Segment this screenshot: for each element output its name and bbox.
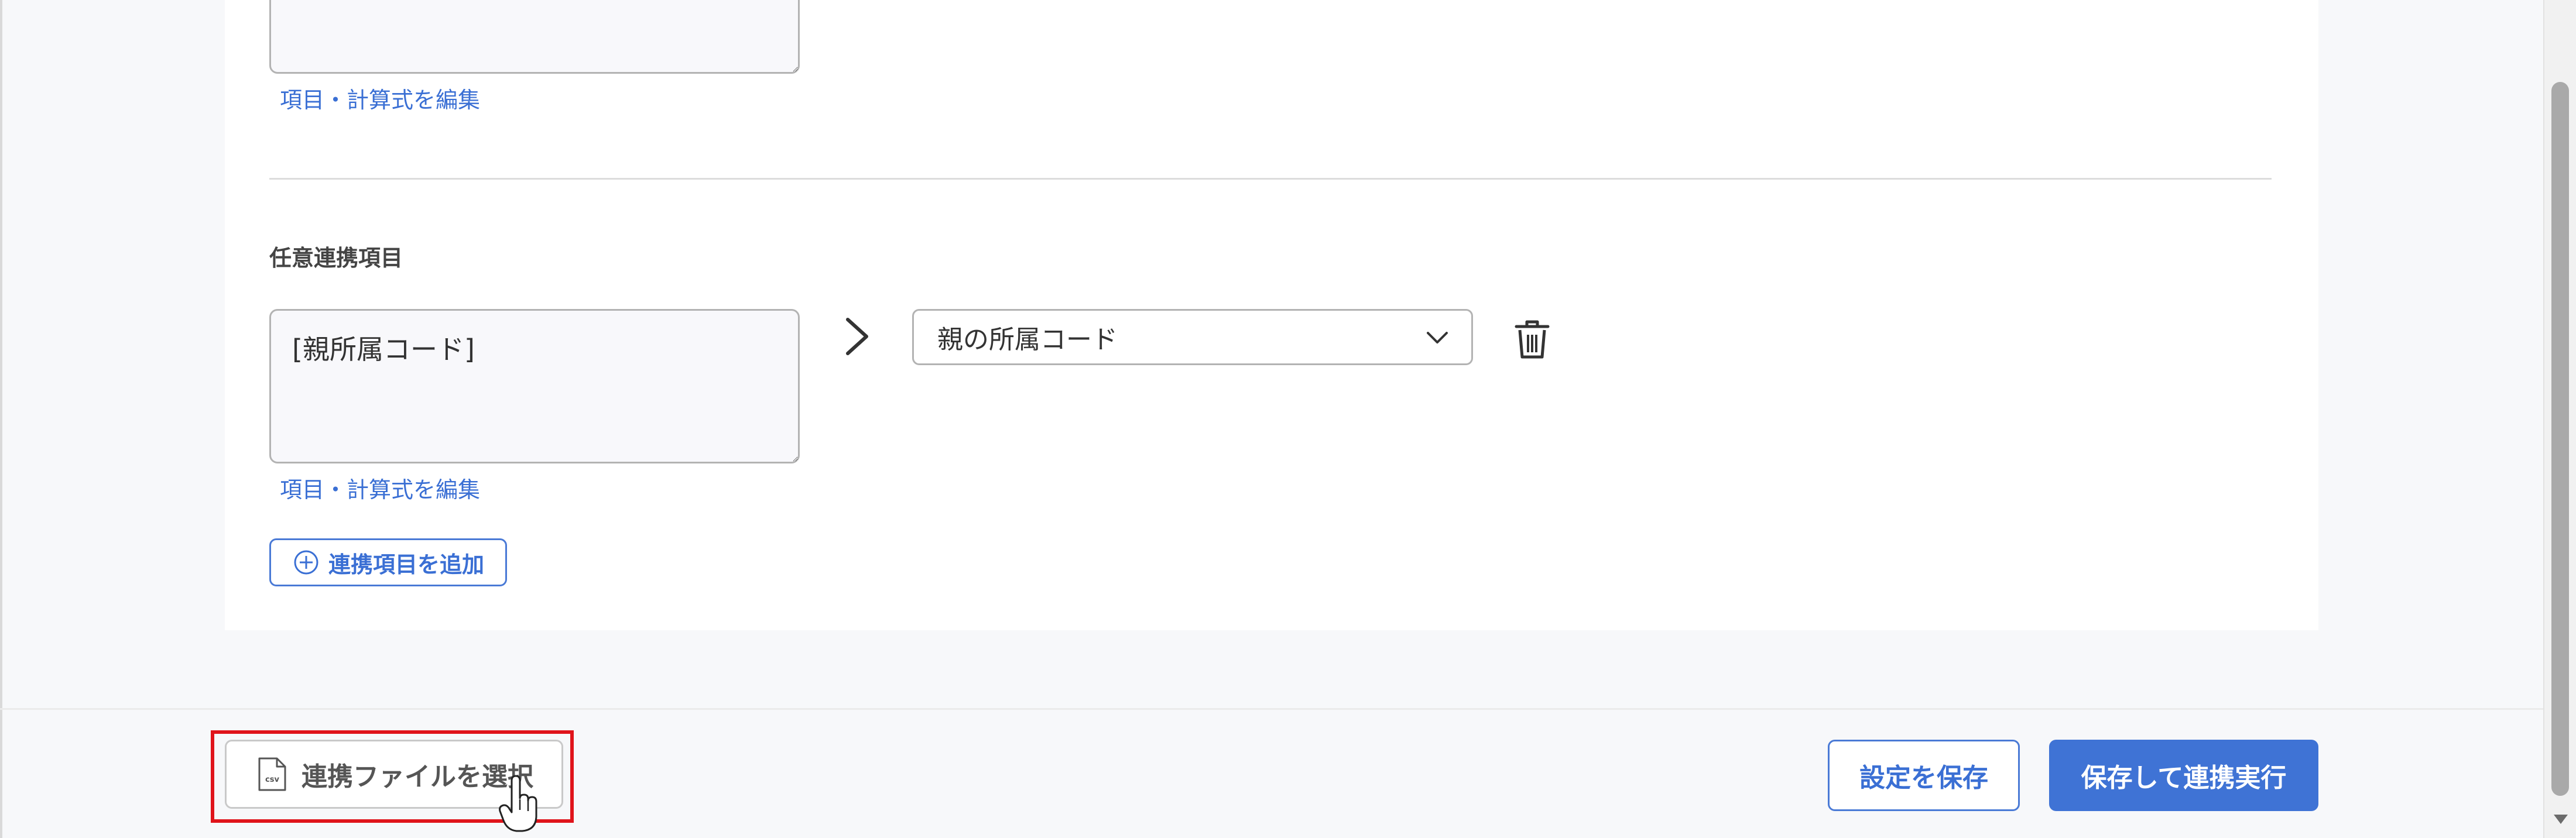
plus-circle-icon	[294, 550, 318, 575]
csv-file-icon: csv	[258, 757, 286, 791]
trash-icon[interactable]	[1513, 318, 1551, 360]
hand-pointer-icon	[499, 775, 537, 832]
svg-text:csv: csv	[265, 775, 279, 784]
add-mapping-button[interactable]: 連携項目を追加	[269, 538, 507, 586]
source-expression-field-1[interactable]	[269, 0, 800, 74]
section-divider	[269, 178, 2272, 180]
scroll-down-arrow-icon[interactable]	[2553, 812, 2569, 826]
target-field-select[interactable]: 親の所属コード	[912, 309, 1473, 365]
scrollbar-thumb[interactable]	[2551, 82, 2569, 796]
footer-divider	[0, 708, 2543, 710]
section-title: 任意連携項目	[269, 245, 403, 271]
edit-expression-link-2[interactable]: 項目・計算式を編集	[280, 472, 480, 504]
save-settings-button[interactable]: 設定を保存	[1828, 740, 2020, 811]
save-and-run-button[interactable]: 保存して連携実行	[2049, 740, 2318, 811]
chevron-down-icon	[1427, 332, 1448, 344]
edit-expression-link-1[interactable]: 項目・計算式を編集	[280, 82, 480, 114]
vertical-scrollbar[interactable]	[2543, 0, 2576, 838]
target-field-value: 親の所属コード	[937, 325, 1118, 355]
chevron-right-icon	[846, 318, 868, 355]
source-expression-field-2[interactable]: [親所属コード]	[269, 309, 800, 463]
add-mapping-label: 連携項目を追加	[328, 551, 485, 578]
